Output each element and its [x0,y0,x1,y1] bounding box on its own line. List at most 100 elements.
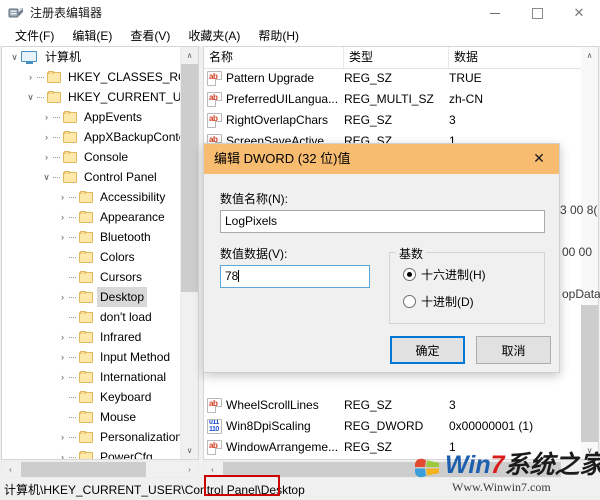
chevron-right-icon[interactable]: › [56,327,69,347]
tree-item-console[interactable]: › Console [2,147,182,167]
value-data-input[interactable]: 78 [220,265,370,288]
cell-value-data: zh-CN [449,92,484,106]
registry-editor-icon [8,5,24,21]
tree-item-desktop[interactable]: › Desktop [2,287,182,307]
tree-hscroll-left-button[interactable]: ‹ [2,462,19,477]
menu-edit[interactable]: 编辑(E) [63,27,121,45]
tree-item-input-method[interactable]: › Input Method [2,347,182,367]
chevron-down-icon[interactable]: ∨ [24,87,37,107]
tree-item-international[interactable]: › International [2,367,182,387]
cancel-button[interactable]: 取消 [476,336,551,364]
tree-item-control-panel[interactable]: ∨ Control Panel [2,167,182,187]
chevron-right-icon[interactable]: › [24,67,37,87]
tree-item-bluetooth[interactable]: › Bluetooth [2,227,182,247]
list-scroll-up-button[interactable]: ∧ [581,47,598,64]
dialog-close-button[interactable]: ✕ [519,144,559,174]
tree-item-[interactable]: ∨ 计算机 [2,47,182,67]
tree-item-appevents[interactable]: › AppEvents [2,107,182,127]
chevron-right-icon[interactable]: › [56,187,69,207]
tree-item-personalization[interactable]: › Personalization [2,427,182,447]
tree-item-appxbackupconter[interactable]: › AppXBackupConter [2,127,182,147]
tree-connector [69,347,79,367]
radio-hexadecimal-label: 十六进制(H) [421,268,486,282]
string-value-icon: ab [207,113,222,128]
chevron-right-icon[interactable]: › [40,147,53,167]
dialog-title: 编辑 DWORD (32 位)值 [214,151,351,166]
chevron-right-icon[interactable]: › [40,107,53,127]
chevron-down-icon[interactable]: ∨ [8,47,21,67]
tree-horizontal-scrollbar[interactable]: ‹ › [1,461,199,478]
tree-vertical-scrollbar[interactable]: ∧ ∨ [180,47,198,459]
chevron-right-icon[interactable]: › [40,127,53,147]
cell-value-name: RightOverlapChars [226,113,329,127]
table-row[interactable]: ab PreferredUILangua... REG_MULTI_SZ zh-CN [204,89,582,110]
chevron-right-icon[interactable]: › [56,427,69,447]
list-scrollbar-thumb[interactable] [581,305,598,442]
tree-item-cursors[interactable]: Cursors [2,267,182,287]
table-row[interactable]: ab WheelScrollLines REG_SZ 3 [204,395,582,416]
menu-help[interactable]: 帮助(H) [249,27,308,45]
chevron-right-icon[interactable]: › [56,287,69,307]
tree-item-colors[interactable]: Colors [2,247,182,267]
tree-connector [53,127,63,147]
tree-connector [53,167,63,187]
radio-hexadecimal[interactable]: 十六进制(H) [403,266,486,283]
chevron-right-icon[interactable]: › [56,447,69,459]
tree-item-hkey-current-user[interactable]: ∨ HKEY_CURRENT_USER [2,87,182,107]
tree-item-hkey-classes-root[interactable]: › HKEY_CLASSES_ROOT [2,67,182,87]
cell-value-data: 3 [449,113,456,127]
value-name-input[interactable]: LogPixels [220,210,545,233]
menu-file[interactable]: 文件(F) [6,27,63,45]
chevron-down-icon[interactable]: ∨ [40,167,53,187]
tree-connector [69,247,79,267]
binary-value-icon: 011 110 [207,419,222,434]
ok-button[interactable]: 确定 [390,336,465,364]
cell-value-data: 3 [449,398,456,412]
tree-hscroll-right-button[interactable]: › [181,462,198,477]
tree-connector [69,387,79,407]
minimize-button[interactable] [474,0,516,26]
chevron-right-icon[interactable]: › [56,347,69,367]
close-button[interactable]: ✕ [558,0,600,26]
tree-item-mouse[interactable]: Mouse [2,407,182,427]
cell-value-name: Win8DpiScaling [226,419,311,433]
tree-item-label: Personalization [100,430,182,444]
tree-item-label: Mouse [100,410,137,424]
registry-tree[interactable]: ∨ 计算机 › HKEY_CLASSES_ROOT ∨ HKEY_CURRENT_USER… [2,47,182,459]
tree-scroll-down-button[interactable]: ∨ [181,442,198,459]
radio-unselected-icon [403,295,416,308]
tree-item-appearance[interactable]: › Appearance [2,207,182,227]
folder-icon [79,250,94,264]
column-header-type[interactable]: 类型 [344,47,449,68]
chevron-right-icon[interactable]: › [56,207,69,227]
tree-item-keyboard[interactable]: Keyboard [2,387,182,407]
maximize-button[interactable] [516,0,558,26]
chevron-right-icon[interactable]: › [56,227,69,247]
tree-item-label: Accessibility [100,190,166,204]
menu-favorites[interactable]: 收藏夹(A) [179,27,249,45]
tree-scroll-up-button[interactable]: ∧ [181,47,198,64]
chevron-right-icon[interactable]: › [56,367,69,387]
radio-decimal[interactable]: 十进制(D) [403,293,474,310]
folder-icon [79,430,94,444]
menu-view[interactable]: 查看(V) [121,27,179,45]
base-group [389,252,545,324]
text-caret [238,270,240,282]
table-row[interactable]: 011 110 Win8DpiScaling REG_DWORD 0x00000001 … [204,416,582,437]
tree-item-don-t-load[interactable]: don't load [2,307,182,327]
value-data-label: 数值数据(V): [220,247,288,261]
tree-item-powercfg[interactable]: › PowerCfg [2,447,182,459]
tree-item-accessibility[interactable]: › Accessibility [2,187,182,207]
tree-hscrollbar-thumb[interactable] [21,462,146,477]
tree-scrollbar-thumb[interactable] [181,64,198,292]
column-header-data[interactable]: 数据 [449,47,582,68]
table-row[interactable]: ab RightOverlapChars REG_SZ 3 [204,110,582,131]
folder-icon [63,170,78,184]
tree-item-infrared[interactable]: › Infrared [2,327,182,347]
column-header-name[interactable]: 名称 [204,47,344,68]
table-row[interactable]: ab Pattern Upgrade REG_SZ TRUE [204,68,582,89]
tree-item-label: Keyboard [100,390,152,404]
